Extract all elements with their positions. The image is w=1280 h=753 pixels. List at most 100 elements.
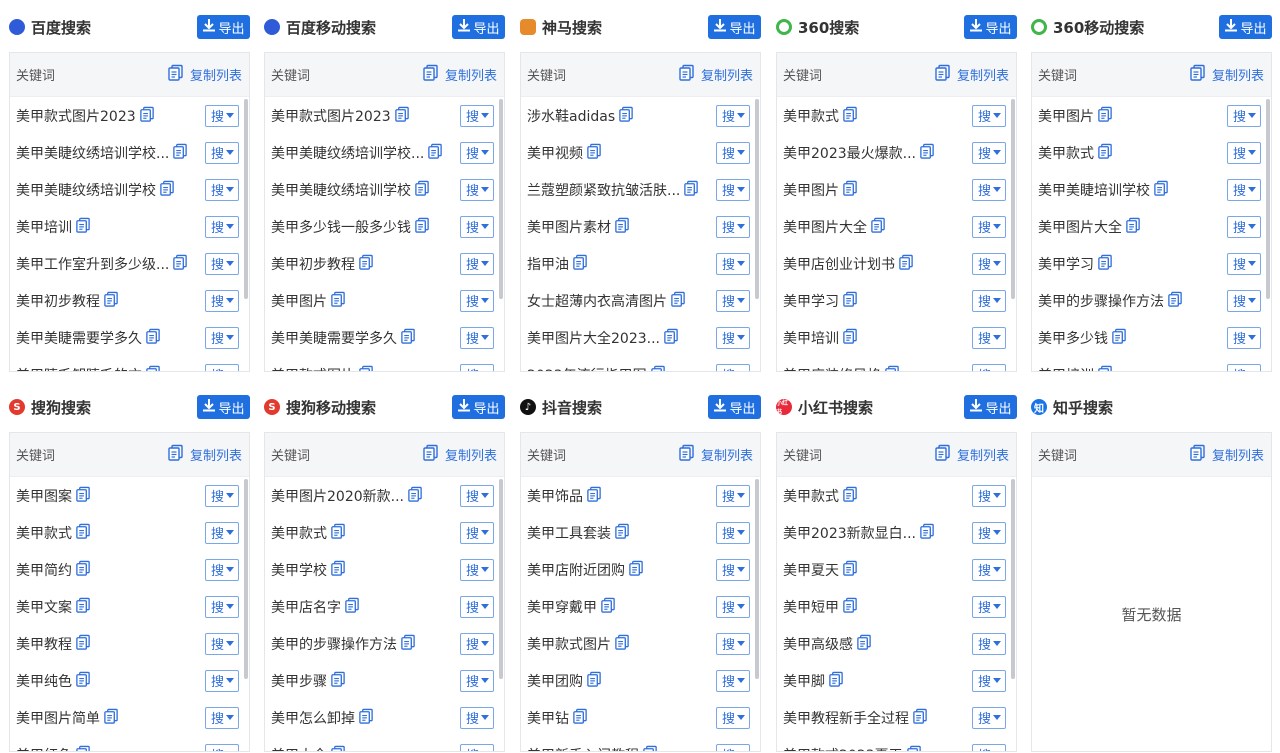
search-dropdown-button[interactable]: 搜	[460, 326, 494, 349]
search-dropdown-button[interactable]: 搜	[205, 484, 239, 507]
search-dropdown-button[interactable]: 搜	[716, 326, 750, 349]
copy-list-button[interactable]: 复制列表	[422, 444, 497, 465]
search-dropdown-button[interactable]: 搜	[205, 326, 239, 349]
search-dropdown-button[interactable]: 搜	[972, 521, 1006, 544]
search-dropdown-button[interactable]: 搜	[716, 363, 750, 371]
copy-keyword-icon[interactable]	[909, 708, 928, 728]
copy-keyword-icon[interactable]	[72, 523, 91, 543]
copy-keyword-icon[interactable]	[1094, 365, 1113, 371]
copy-keyword-icon[interactable]	[647, 365, 666, 371]
copy-keyword-icon[interactable]	[1164, 291, 1183, 311]
copy-keyword-icon[interactable]	[411, 217, 430, 237]
copy-keyword-icon[interactable]	[1108, 328, 1127, 348]
search-dropdown-button[interactable]: 搜	[205, 706, 239, 729]
copy-keyword-icon[interactable]	[916, 523, 935, 543]
copy-keyword-icon[interactable]	[397, 328, 416, 348]
search-dropdown-button[interactable]: 搜	[205, 104, 239, 127]
search-dropdown-button[interactable]: 搜	[205, 558, 239, 581]
copy-keyword-icon[interactable]	[583, 486, 602, 506]
search-dropdown-button[interactable]: 搜	[1227, 141, 1261, 164]
list-scrollbar[interactable]	[244, 479, 248, 679]
search-dropdown-button[interactable]: 搜	[1227, 289, 1261, 312]
copy-list-button[interactable]: 复制列表	[934, 64, 1009, 85]
search-dropdown-button[interactable]: 搜	[972, 558, 1006, 581]
search-dropdown-button[interactable]: 搜	[972, 669, 1006, 692]
copy-keyword-icon[interactable]	[169, 143, 188, 163]
copy-list-button[interactable]: 复制列表	[167, 64, 242, 85]
copy-keyword-icon[interactable]	[839, 291, 858, 311]
search-dropdown-button[interactable]: 搜	[972, 178, 1006, 201]
copy-list-button[interactable]: 复制列表	[934, 444, 1009, 465]
search-dropdown-button[interactable]: 搜	[205, 215, 239, 238]
copy-keyword-icon[interactable]	[397, 634, 416, 654]
copy-keyword-icon[interactable]	[169, 254, 188, 274]
search-dropdown-button[interactable]: 搜	[716, 104, 750, 127]
search-dropdown-button[interactable]: 搜	[972, 595, 1006, 618]
copy-keyword-icon[interactable]	[411, 180, 430, 200]
copy-list-button[interactable]: 复制列表	[678, 444, 753, 465]
list-scrollbar[interactable]	[755, 479, 759, 679]
copy-keyword-icon[interactable]	[355, 708, 374, 728]
copy-keyword-icon[interactable]	[327, 671, 346, 691]
search-dropdown-button[interactable]: 搜	[460, 558, 494, 581]
export-button[interactable]: 导出	[964, 395, 1017, 419]
copy-keyword-icon[interactable]	[72, 217, 91, 237]
search-dropdown-button[interactable]: 搜	[460, 178, 494, 201]
search-dropdown-button[interactable]: 搜	[205, 363, 239, 371]
copy-keyword-icon[interactable]	[72, 745, 91, 751]
copy-list-button[interactable]: 复制列表	[678, 64, 753, 85]
search-dropdown-button[interactable]: 搜	[460, 521, 494, 544]
search-dropdown-button[interactable]: 搜	[1227, 326, 1261, 349]
copy-keyword-icon[interactable]	[839, 180, 858, 200]
search-dropdown-button[interactable]: 搜	[205, 521, 239, 544]
search-dropdown-button[interactable]: 搜	[716, 289, 750, 312]
copy-keyword-icon[interactable]	[327, 291, 346, 311]
search-dropdown-button[interactable]: 搜	[972, 363, 1006, 371]
search-dropdown-button[interactable]: 搜	[460, 743, 494, 751]
copy-keyword-icon[interactable]	[327, 523, 346, 543]
copy-keyword-icon[interactable]	[1150, 180, 1169, 200]
copy-keyword-icon[interactable]	[625, 560, 644, 580]
copy-keyword-icon[interactable]	[639, 745, 658, 751]
search-dropdown-button[interactable]: 搜	[972, 484, 1006, 507]
copy-keyword-icon[interactable]	[142, 365, 161, 371]
copy-keyword-icon[interactable]	[72, 597, 91, 617]
search-dropdown-button[interactable]: 搜	[716, 215, 750, 238]
copy-keyword-icon[interactable]	[569, 254, 588, 274]
search-dropdown-button[interactable]: 搜	[716, 484, 750, 507]
search-dropdown-button[interactable]: 搜	[205, 252, 239, 275]
list-scrollbar[interactable]	[244, 99, 248, 299]
copy-keyword-icon[interactable]	[355, 365, 374, 371]
copy-keyword-icon[interactable]	[583, 143, 602, 163]
copy-keyword-icon[interactable]	[839, 106, 858, 126]
search-dropdown-button[interactable]: 搜	[716, 595, 750, 618]
copy-keyword-icon[interactable]	[1122, 217, 1141, 237]
search-dropdown-button[interactable]: 搜	[972, 743, 1006, 751]
copy-keyword-icon[interactable]	[355, 254, 374, 274]
copy-keyword-icon[interactable]	[142, 328, 161, 348]
copy-keyword-icon[interactable]	[611, 523, 630, 543]
copy-keyword-icon[interactable]	[391, 106, 410, 126]
export-button[interactable]: 导出	[1219, 15, 1272, 39]
search-dropdown-button[interactable]: 搜	[972, 141, 1006, 164]
copy-keyword-icon[interactable]	[136, 106, 155, 126]
copy-keyword-icon[interactable]	[853, 634, 872, 654]
export-button[interactable]: 导出	[452, 15, 505, 39]
search-dropdown-button[interactable]: 搜	[205, 178, 239, 201]
copy-keyword-icon[interactable]	[916, 143, 935, 163]
export-button[interactable]: 导出	[708, 395, 761, 419]
copy-list-button[interactable]: 复制列表	[1189, 444, 1264, 465]
search-dropdown-button[interactable]: 搜	[460, 706, 494, 729]
copy-keyword-icon[interactable]	[327, 745, 346, 751]
export-button[interactable]: 导出	[964, 15, 1017, 39]
copy-list-button[interactable]: 复制列表	[167, 444, 242, 465]
search-dropdown-button[interactable]: 搜	[460, 289, 494, 312]
copy-list-button[interactable]: 复制列表	[1189, 64, 1264, 85]
copy-keyword-icon[interactable]	[72, 671, 91, 691]
search-dropdown-button[interactable]: 搜	[460, 595, 494, 618]
search-dropdown-button[interactable]: 搜	[1227, 104, 1261, 127]
search-dropdown-button[interactable]: 搜	[972, 104, 1006, 127]
list-scrollbar[interactable]	[755, 99, 759, 299]
search-dropdown-button[interactable]: 搜	[716, 706, 750, 729]
search-dropdown-button[interactable]: 搜	[972, 326, 1006, 349]
